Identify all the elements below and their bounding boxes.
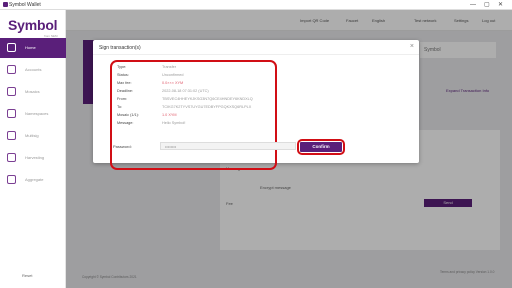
row-deadline: Deadline: 2022-08-18 07:31:02 (UTC): [117, 89, 209, 93]
row-to: To: TCIKG7K2TYVS7UYGU7EDBYFPGQKXSQ6RLPLX: [117, 105, 251, 109]
row-max-fee: Max fee: 0.0××× XYM: [117, 81, 183, 85]
row-value: Transfer: [162, 65, 176, 69]
row-value: 2022-08-18 07:31:02 (UTC): [162, 89, 209, 93]
sidebar-item-label: Mosaics: [25, 89, 40, 94]
row-label: Message:: [117, 121, 134, 125]
row-label: Status:: [117, 73, 129, 77]
sidebar-item-accounts[interactable]: Accounts: [0, 60, 66, 80]
sign-transaction-modal: Sign transaction(s) × Type: Transfer Sta…: [93, 40, 419, 170]
sidebar-item-label: Multisig: [25, 133, 39, 138]
sidebar-item-label: Harvesting: [25, 155, 45, 160]
sidebar-item-label: Accounts: [25, 67, 42, 72]
row-label: From:: [117, 97, 127, 101]
reset-button[interactable]: Reset: [22, 273, 32, 278]
row-label: Deadline:: [117, 89, 134, 93]
row-status: Status: Unconfirmed: [117, 73, 184, 77]
close-window-button[interactable]: ✕: [498, 1, 503, 9]
row-message: Message: Hello Symbol!: [117, 121, 185, 125]
sidebar-item-mosaics[interactable]: Mosaics: [0, 82, 66, 102]
sidebar-item-harvesting[interactable]: Harvesting: [0, 148, 66, 168]
minimize-button[interactable]: —: [470, 1, 476, 9]
window-title: Symbol Wallet: [9, 2, 41, 8]
password-input[interactable]: ••••••••: [160, 142, 296, 150]
row-value: Unconfirmed: [162, 73, 184, 77]
row-label: Max fee:: [117, 81, 132, 85]
row-value: 1.0 XYM: [162, 113, 177, 117]
row-value: 0.0××× XYM: [162, 81, 184, 85]
close-icon[interactable]: ×: [410, 43, 414, 50]
sidebar: Symbol from NEM Home Accounts Mosaics Na…: [0, 10, 66, 288]
row-mosaic: Mosaic (1/1): 1.0 XYM: [117, 113, 177, 117]
aggregate-icon: [7, 175, 16, 184]
harvesting-icon: [7, 153, 16, 162]
row-label: Mosaic (1/1):: [117, 113, 139, 117]
symbol-logo: Symbol: [8, 17, 58, 33]
row-type: Type: Transfer: [117, 65, 176, 69]
namespaces-icon: [7, 109, 16, 118]
sidebar-item-multisig[interactable]: Multisig: [0, 126, 66, 146]
password-label: Password:: [113, 144, 132, 149]
sidebar-item-label: Home: [25, 45, 36, 50]
sidebar-item-namespaces[interactable]: Namespaces: [0, 104, 66, 124]
maximize-button[interactable]: ▢: [484, 1, 490, 9]
multisig-icon: [7, 131, 16, 140]
row-label: To:: [117, 105, 123, 109]
confirm-button[interactable]: Confirm: [300, 142, 342, 152]
modal-title: Sign transaction(s): [99, 45, 141, 51]
row-value: Hello Symbol!: [162, 121, 186, 125]
sidebar-item-label: Aggregate: [25, 177, 44, 182]
app-icon: [3, 2, 8, 7]
row-value: TBSVEC4HHEYKJKSG3N7Q6CE4HNDEY6KNDXLQ: [162, 97, 253, 101]
home-icon: [7, 43, 16, 52]
mosaics-icon: [7, 87, 16, 96]
modal-divider: [93, 54, 419, 55]
row-value: TCIKG7K2TYVS7UYGU7EDBYFPGQKXSQ6RLPLX: [162, 105, 252, 109]
accounts-icon: [7, 65, 16, 74]
row-label: Type:: [117, 65, 127, 69]
sidebar-item-label: Namespaces: [25, 111, 49, 116]
sidebar-item-aggregate[interactable]: Aggregate: [0, 170, 66, 190]
sidebar-item-home[interactable]: Home: [0, 38, 66, 58]
window-titlebar: Symbol Wallet — ▢ ✕: [0, 0, 512, 10]
row-from: From: TBSVEC4HHEYKJKSG3N7Q6CE4HNDEY6KNDX…: [117, 97, 253, 101]
